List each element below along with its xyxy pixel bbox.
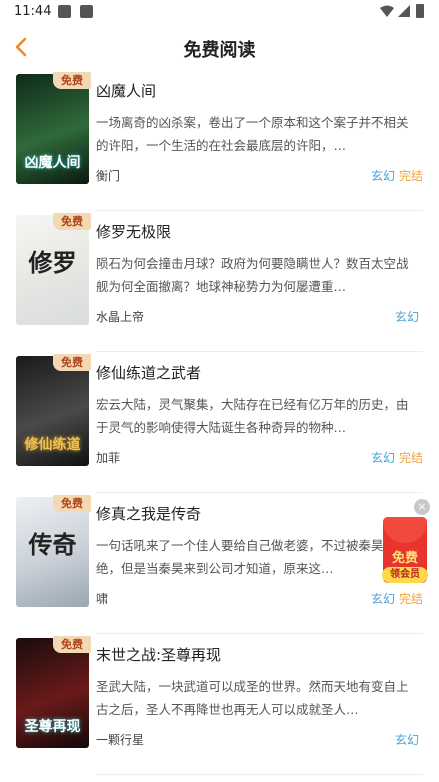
cover-title-art: 修仙练道	[24, 437, 81, 453]
page-title: 免费阅读	[183, 40, 256, 61]
ad-label: 免费	[391, 551, 418, 566]
notification-icon	[80, 5, 93, 18]
book-tags: 玄幻	[395, 308, 423, 325]
notification-icon	[58, 5, 71, 18]
book-tags: 玄幻 完结	[371, 167, 423, 184]
floating-red-envelope-ad[interactable]: × 免费 领会员	[380, 499, 430, 591]
book-title[interactable]: 修罗无极限	[96, 221, 171, 242]
status-tag: 完结	[398, 592, 423, 606]
book-description: 宏云大陆，灵气聚集，大陆存在已经有亿万年的历史，由于灵气的影响使得大陆诞生各种奇…	[96, 397, 409, 435]
book-author: 加菲	[96, 451, 121, 465]
status-tag: 完结	[398, 451, 423, 465]
divider	[96, 774, 423, 775]
status-tag: 完结	[398, 169, 423, 183]
book-author: 啸	[96, 592, 109, 606]
free-badge: 免费	[53, 213, 91, 230]
book-description: 圣武大陆，一块武道可以成圣的世界。然而天地有变自上古之后，圣人不再降世也再无人可…	[96, 679, 409, 717]
book-list-item[interactable]: 凶魔人间 免费 凶魔人间 一场离奇的凶杀案，卷出了一个原本和这个案子并不相关的许…	[0, 70, 439, 211]
book-author: 水晶上帝	[96, 310, 145, 324]
signal-icon	[398, 5, 410, 17]
wifi-icon	[380, 5, 394, 17]
top-nav-bar: 免费阅读	[0, 24, 439, 70]
cover-title-art: 圣尊再现	[24, 719, 81, 735]
book-tags: 玄幻 完结	[371, 449, 423, 466]
book-description: 陨石为何会撞击月球？政府为何要隐瞒世人？数百太空战舰为何全面撤离？地球神秘势力为…	[96, 256, 409, 294]
cover-title-art: 修罗	[28, 248, 77, 277]
book-author: 一颗行星	[96, 733, 145, 747]
book-cover-image[interactable]: 修仙练道	[16, 356, 89, 466]
book-list-item[interactable]: 修罗 免费 修罗无极限 陨石为何会撞击月球？政府为何要隐瞒世人？数百太空战舰为何…	[0, 211, 439, 352]
book-title[interactable]: 凶魔人间	[96, 80, 156, 101]
book-cover-image[interactable]: 圣尊再现	[16, 638, 89, 748]
free-badge: 免费	[53, 72, 91, 89]
book-description: 一场离奇的凶杀案，卷出了一个原本和这个案子并不相关的许阳，一个生活的在社会最底层…	[96, 115, 409, 153]
genre-tag: 玄幻	[394, 310, 419, 324]
book-title[interactable]: 修仙练道之武者	[96, 362, 201, 383]
free-badge: 免费	[53, 354, 91, 371]
claim-membership-button[interactable]: 领会员	[382, 567, 428, 583]
book-title[interactable]: 末世之战:圣尊再现	[96, 644, 221, 665]
book-list-item[interactable]: 传奇 免费 修真之我是传奇 一句话吼来了一个佳人要给自己做老婆，不过被秦昊拒绝，…	[0, 493, 439, 634]
status-time: 11:44	[14, 4, 52, 19]
genre-tag: 玄幻	[370, 169, 395, 183]
cover-title-art: 传奇	[28, 530, 77, 559]
genre-tag: 玄幻	[370, 451, 395, 465]
book-list-item[interactable]: 圣尊再现 免费 末世之战:圣尊再现 圣武大陆，一块武道可以成圣的世界。然而天地有…	[0, 634, 439, 775]
book-author: 衡门	[96, 169, 121, 183]
battery-icon	[416, 4, 424, 18]
book-cover-image[interactable]: 凶魔人间	[16, 74, 89, 184]
genre-tag: 玄幻	[394, 733, 419, 747]
book-tags: 玄幻	[395, 731, 423, 748]
book-tags: 玄幻 完结	[371, 590, 423, 607]
book-list: 凶魔人间 免费 凶魔人间 一场离奇的凶杀案，卷出了一个原本和这个案子并不相关的许…	[0, 70, 439, 775]
close-ad-icon[interactable]: ×	[414, 499, 430, 515]
book-cover-image[interactable]: 修罗	[16, 215, 89, 325]
book-description: 一句话吼来了一个佳人要给自己做老婆，不过被秦昊拒绝，但是当秦昊来到公司才知道，原…	[96, 538, 397, 576]
genre-tag: 玄幻	[370, 592, 395, 606]
free-badge: 免费	[53, 495, 91, 512]
book-title[interactable]: 修真之我是传奇	[96, 503, 201, 524]
book-cover-image[interactable]: 传奇	[16, 497, 89, 607]
free-badge: 免费	[53, 636, 91, 653]
status-bar: 11:44	[0, 0, 439, 24]
book-list-item[interactable]: 修仙练道 免费 修仙练道之武者 宏云大陆，灵气聚集，大陆存在已经有亿万年的历史，…	[0, 352, 439, 493]
cover-title-art: 凶魔人间	[24, 155, 81, 171]
